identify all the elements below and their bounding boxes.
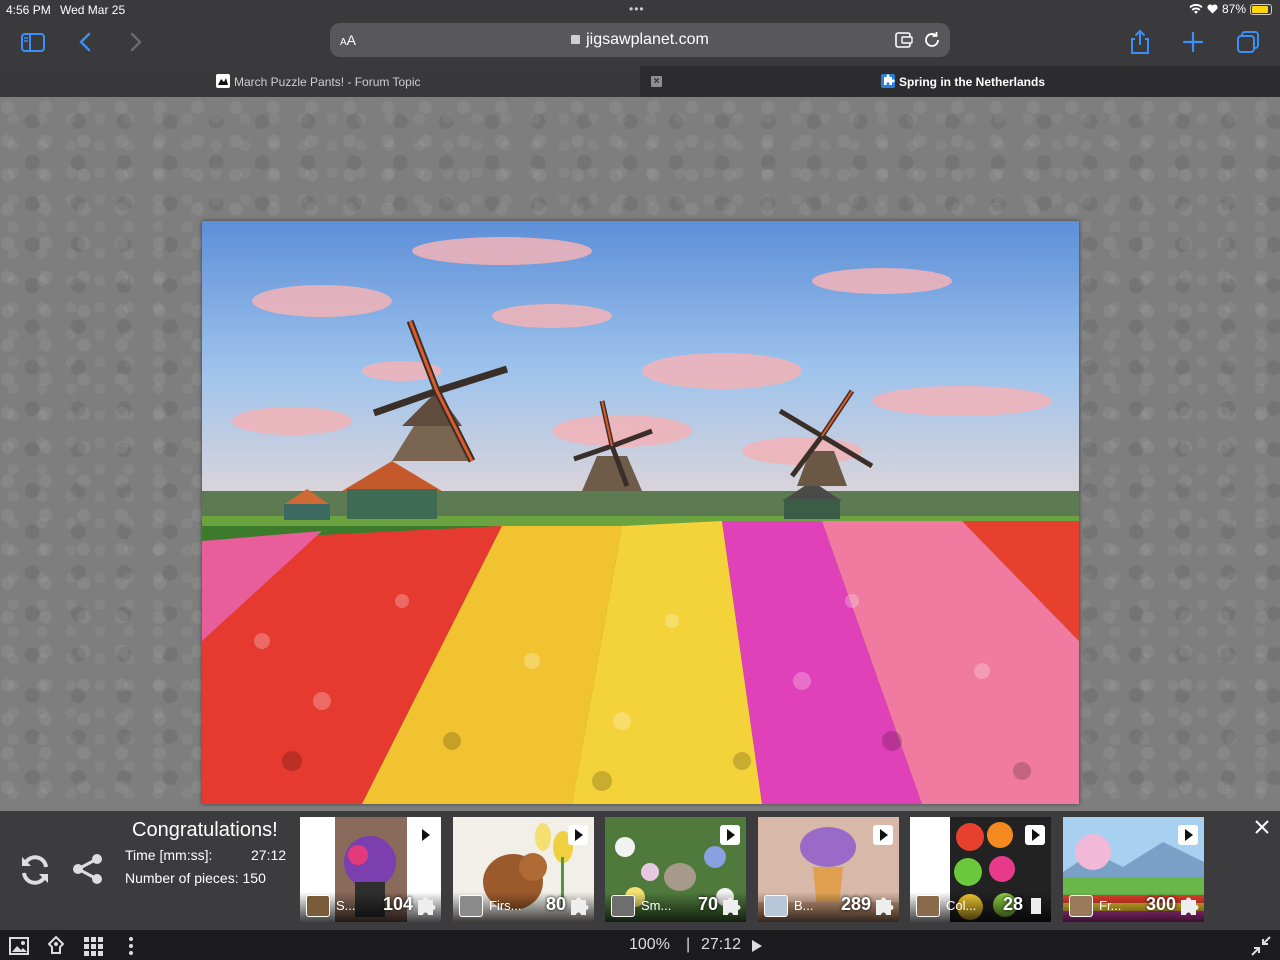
thumb-piece-count: 104: [382, 894, 413, 914]
heart-icon: [1207, 4, 1218, 14]
status-date: Wed Mar 25: [60, 3, 126, 17]
status-bar: 4:56 PM Wed Mar 25 ••• 87%: [0, 0, 1280, 20]
thumb-title: B...: [794, 898, 814, 913]
status-time: 4:56 PM: [6, 3, 51, 17]
battery-icon: [1250, 3, 1272, 15]
related-puzzle-thumb[interactable]: Col... 28: [910, 817, 1051, 922]
forum-favicon-icon: [216, 74, 230, 88]
wifi-icon: [1189, 3, 1203, 14]
forward-icon[interactable]: [121, 28, 149, 56]
related-puzzle-thumb[interactable]: B... 289: [758, 817, 899, 922]
status-indicators: 87%: [1189, 2, 1272, 16]
puzzle-piece-icon: [1031, 898, 1041, 914]
sidebar-icon[interactable]: [19, 28, 47, 56]
related-puzzle-thumb[interactable]: Fr... 300: [1063, 817, 1204, 922]
thumb-title: S...: [336, 898, 356, 913]
puzzle-piece-icon: [876, 897, 894, 915]
puzzle-footer-bar: 100% | 27:12: [0, 930, 1280, 960]
exit-fullscreen-icon[interactable]: [1250, 935, 1272, 957]
play-icon[interactable]: [415, 825, 435, 845]
address-bar[interactable]: AA jigsawplanet.com: [330, 23, 950, 57]
thumb-piece-count: 289: [840, 894, 871, 914]
play-icon[interactable]: [873, 825, 893, 845]
puzzle-piece-icon: [418, 897, 436, 915]
grid-arrange-icon[interactable]: [82, 935, 104, 957]
puzzle-piece-icon: [1181, 897, 1199, 915]
back-icon[interactable]: [72, 28, 100, 56]
play-icon[interactable]: [720, 825, 740, 845]
close-tab-icon[interactable]: ×: [651, 76, 662, 87]
avatar: [306, 895, 330, 917]
puzzle-piece-icon: [571, 897, 589, 915]
avatar: [1069, 895, 1093, 917]
thumb-piece-count: 300: [1145, 894, 1176, 914]
new-tab-icon[interactable]: [1179, 28, 1207, 56]
tab-bar: March Puzzle Pants! - Forum Topic × Spri…: [0, 66, 1280, 97]
thumb-title: Col...: [946, 898, 977, 913]
time-label: Time [mm:ss]:: [125, 847, 213, 863]
thumb-piece-count: 70: [697, 894, 718, 914]
tab-label: Spring in the Netherlands: [899, 75, 1046, 89]
avatar: [916, 895, 940, 917]
timer-play-icon[interactable]: [752, 940, 762, 952]
puzzle-favicon-icon: [881, 74, 895, 88]
tab-label: March Puzzle Pants! - Forum Topic: [234, 75, 421, 89]
puzzle-board[interactable]: [0, 97, 1280, 811]
restart-icon[interactable]: [16, 851, 54, 889]
related-puzzle-thumb[interactable]: Sm... 70: [605, 817, 746, 922]
thumb-piece-count: 28: [1002, 894, 1023, 914]
thumb-title: Fr...: [1099, 898, 1122, 913]
related-puzzle-thumb[interactable]: Firs... 80: [453, 817, 594, 922]
play-icon[interactable]: [1178, 825, 1198, 845]
avatar: [764, 895, 788, 917]
multitasking-dots-icon[interactable]: •••: [629, 2, 645, 16]
more-options-icon[interactable]: [120, 935, 142, 957]
footer-separator: |: [686, 936, 691, 953]
share-icon[interactable]: [1126, 28, 1154, 56]
thumb-title: Sm...: [641, 898, 672, 913]
puzzle-piece-icon: [723, 897, 741, 915]
footer-timer: 27:12: [701, 936, 742, 953]
battery-percent: 87%: [1221, 2, 1246, 16]
tab-spring-netherlands[interactable]: × Spring in the Netherlands: [640, 66, 1280, 97]
reload-icon[interactable]: [922, 30, 942, 50]
thumb-title: Firs...: [489, 898, 522, 913]
congrats-heading: Congratulations!: [132, 819, 278, 841]
tabs-overview-icon[interactable]: [1234, 28, 1262, 56]
url-display[interactable]: jigsawplanet.com: [330, 31, 950, 49]
avatar: [459, 895, 483, 917]
completion-panel: Congratulations! Time [mm:ss]: 27:12 Num…: [0, 811, 1280, 930]
time-value: 27:12: [251, 847, 287, 863]
avatar: [611, 895, 635, 917]
browser-toolbar: AA jigsawplanet.com: [0, 20, 1280, 66]
image-preview-icon[interactable]: [8, 935, 30, 957]
thumb-piece-count: 80: [545, 894, 566, 914]
ghost-image-icon[interactable]: [45, 935, 67, 957]
related-puzzle-thumb[interactable]: S... 104: [300, 817, 441, 922]
close-panel-icon[interactable]: [1254, 819, 1270, 835]
completed-puzzle-image[interactable]: [202, 221, 1079, 804]
share-nodes-icon[interactable]: [70, 851, 106, 887]
lock-icon: [571, 35, 581, 44]
pieces-count: Number of pieces: 150: [125, 870, 266, 886]
url-text: jigsawplanet.com: [586, 31, 709, 48]
play-icon[interactable]: [1025, 825, 1045, 845]
zoom-level[interactable]: 100%: [629, 936, 670, 954]
extension-icon[interactable]: [894, 31, 914, 49]
tab-forum-topic[interactable]: March Puzzle Pants! - Forum Topic: [0, 66, 640, 97]
windmills-tulips-picture: [202, 221, 1079, 804]
play-icon[interactable]: [568, 825, 588, 845]
